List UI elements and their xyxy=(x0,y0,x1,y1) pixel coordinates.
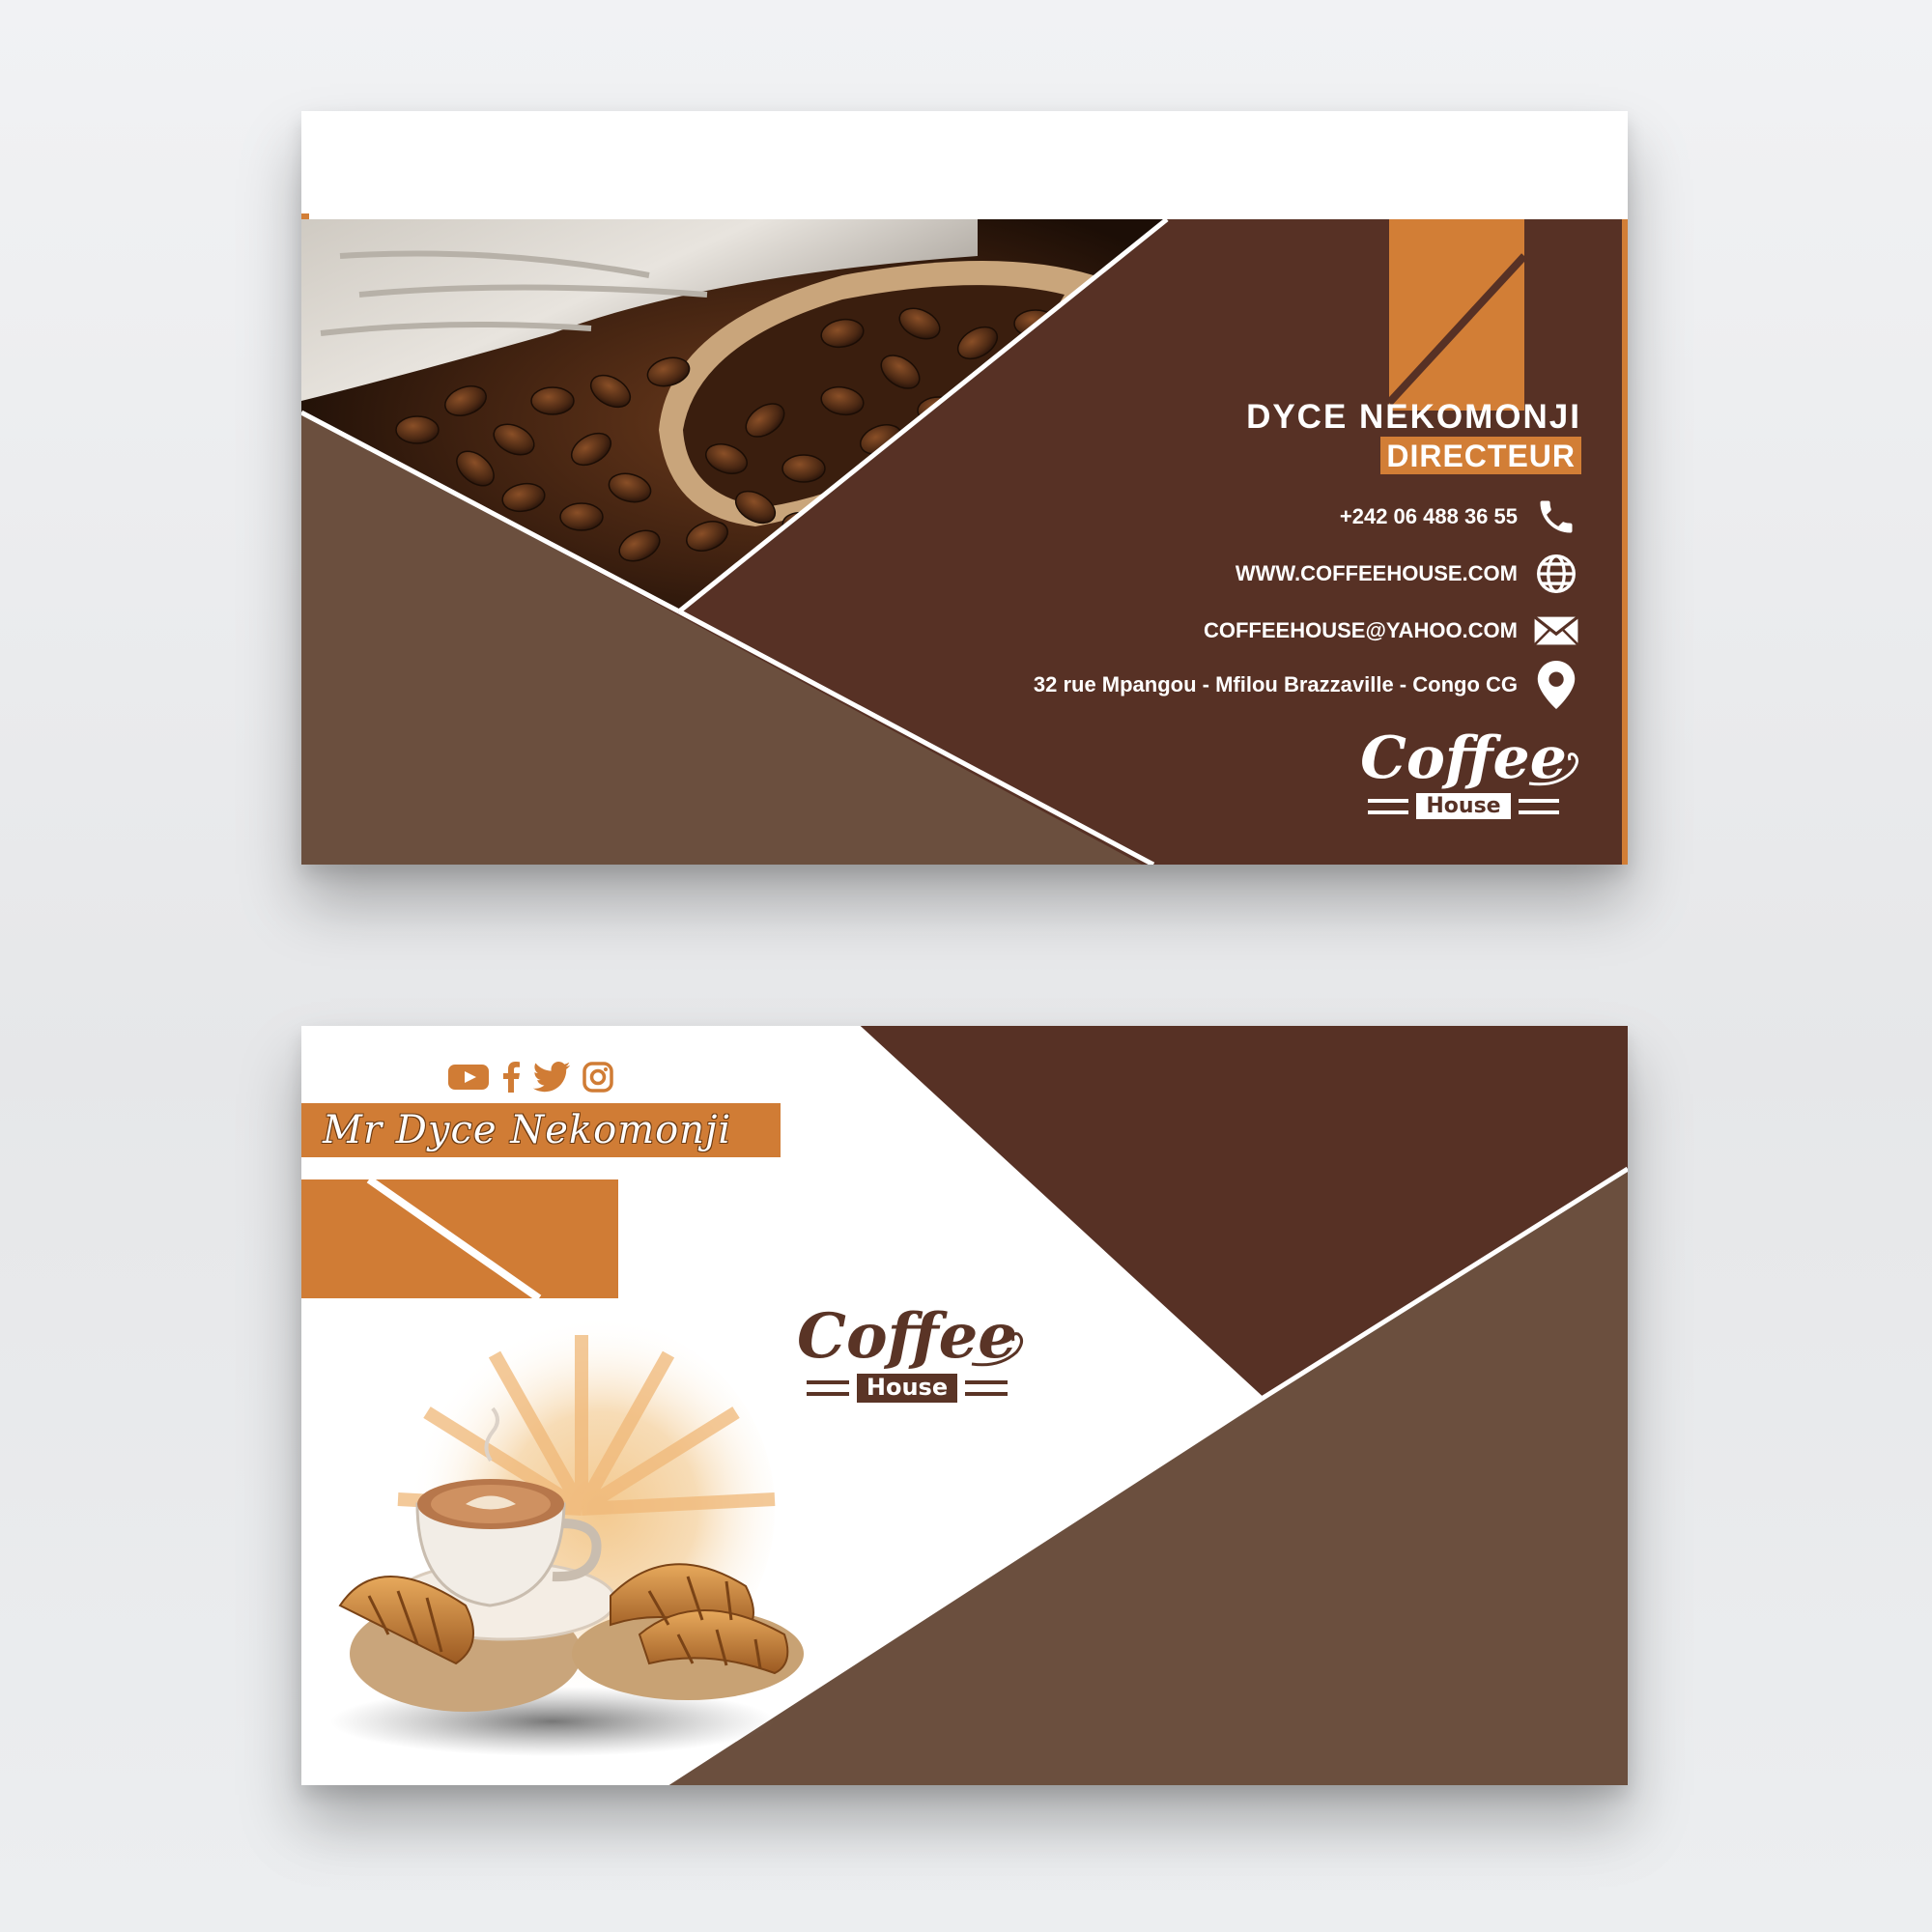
twitter-icon[interactable] xyxy=(531,1062,572,1097)
logo-house-label-back: House xyxy=(856,1374,958,1403)
facebook-icon[interactable] xyxy=(500,1062,522,1097)
logo-steam-swirl-icon-back xyxy=(971,1332,1023,1367)
coffee-house-logo-back: Coffee House xyxy=(794,1306,1023,1403)
envelope-icon xyxy=(1531,607,1581,655)
postal-address: 32 rue Mpangou - Mfilou Brazzaville - Co… xyxy=(1033,672,1518,696)
location-pin-icon xyxy=(1531,661,1581,709)
globe-icon xyxy=(1531,550,1581,598)
coffee-cup-and-croissants-illustration xyxy=(330,1316,804,1756)
instagram-icon[interactable] xyxy=(582,1061,614,1098)
card-holder-name: DYCE NEKOMONJI xyxy=(1246,398,1581,436)
mockup-stage: DYCE NEKOMONJI DIRECTEUR +242 06 488 36 … xyxy=(0,0,1932,1932)
business-card-back: Mr Dyce Nekomonji Coffee House xyxy=(301,1026,1628,1785)
website-url: WWW.COFFEEHOUSE.COM xyxy=(1235,561,1518,585)
youtube-icon[interactable] xyxy=(448,1063,491,1096)
contact-website-row[interactable]: WWW.COFFEEHOUSE.COM xyxy=(1236,550,1581,598)
phone-number: +242 06 488 36 55 xyxy=(1339,504,1518,528)
email-address: COFFEEHOUSE@YAHOO.COM xyxy=(1203,618,1518,642)
job-title-badge: DIRECTEUR xyxy=(1380,437,1581,474)
logo-house-label: House xyxy=(1416,793,1511,820)
phone-icon xyxy=(1531,493,1581,541)
contact-email-row[interactable]: COFFEEHOUSE@YAHOO.COM xyxy=(1204,607,1581,655)
logo-steam-swirl-icon xyxy=(1528,753,1578,786)
script-name-banner: Mr Dyce Nekomonji xyxy=(301,1103,781,1157)
contact-address-row[interactable]: 32 rue Mpangou - Mfilou Brazzaville - Co… xyxy=(1034,661,1581,709)
contact-phone-row[interactable]: +242 06 488 36 55 xyxy=(1340,493,1581,541)
social-icons xyxy=(448,1061,614,1098)
business-card-front: DYCE NEKOMONJI DIRECTEUR +242 06 488 36 … xyxy=(301,111,1628,865)
coffee-house-logo-front: Coffee House xyxy=(1350,729,1578,820)
